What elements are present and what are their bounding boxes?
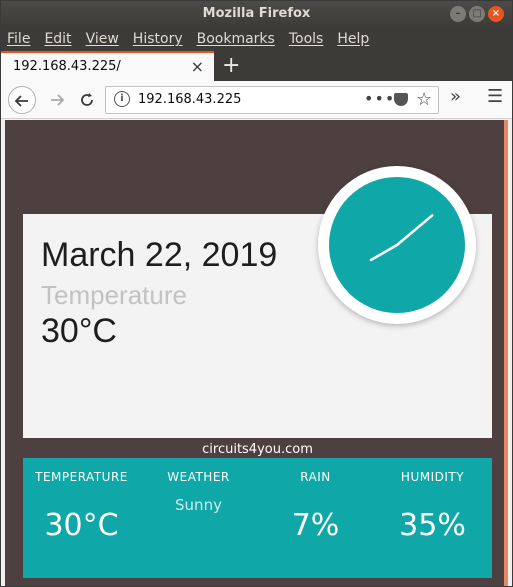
title-bar: Mozilla Firefox – □ × [1, 1, 512, 27]
stat-label: HUMIDITY [400, 470, 465, 484]
tab-bar: 192.168.43.225/ × + [1, 51, 512, 81]
address-bar[interactable]: i 192.168.43.225 ••• ☆ [105, 86, 439, 114]
tab-active[interactable]: 192.168.43.225/ × [1, 51, 214, 81]
new-tab-button[interactable]: + [222, 53, 240, 78]
overflow-menu-icon[interactable]: » [450, 86, 461, 107]
url-text[interactable]: 192.168.43.225 [138, 92, 241, 107]
clock-face [329, 177, 465, 313]
temperature-value: 30°C [41, 312, 117, 350]
info-icon[interactable]: i [114, 91, 130, 107]
hour-hand [395, 214, 434, 247]
stat-label: RAIN [300, 470, 331, 484]
window-title: Mozilla Firefox [202, 6, 311, 21]
reload-button[interactable] [73, 86, 101, 114]
reload-icon [81, 93, 93, 106]
site-name: circuits4you.com [202, 442, 313, 457]
window-controls: – □ × [450, 6, 504, 22]
back-button[interactable] [8, 86, 36, 114]
menu-view[interactable]: View [86, 31, 119, 47]
page-content: March 22, 2019 Temperature 30°C circuits… [5, 120, 508, 586]
stat-label: TEMPERATURE [35, 470, 128, 484]
date-heading: March 22, 2019 [41, 236, 278, 274]
pocket-icon[interactable] [394, 93, 408, 106]
maximize-button[interactable]: □ [469, 6, 485, 22]
menu-edit[interactable]: Edit [44, 31, 71, 47]
site-footer: circuits4you.com [23, 438, 492, 458]
page-actions-icon[interactable]: ••• [364, 89, 395, 108]
stat-humidity: HUMIDITY 35% [374, 458, 491, 578]
navigation-toolbar: i 192.168.43.225 ••• ☆ » ☰ [1, 81, 512, 119]
stat-value: 30°C [44, 508, 119, 543]
arrow-left-icon [14, 95, 28, 107]
arrow-right-icon [51, 94, 65, 106]
temperature-label: Temperature [41, 280, 187, 310]
stat-label: WEATHER [167, 470, 230, 484]
menu-bar: File Edit View History Bookmarks Tools H… [1, 27, 512, 51]
menu-history[interactable]: History [133, 31, 183, 47]
stat-weather: WEATHER Sunny [140, 458, 257, 578]
minimize-button[interactable]: – [450, 6, 466, 22]
menu-tools[interactable]: Tools [289, 31, 324, 47]
browser-window: Mozilla Firefox – □ × File Edit View His… [0, 0, 513, 587]
stats-panel: TEMPERATURE 30°C WEATHER Sunny RAIN 7% H… [23, 458, 492, 578]
forward-button[interactable] [43, 86, 71, 114]
menu-bookmarks[interactable]: Bookmarks [197, 31, 275, 47]
close-window-button[interactable]: × [488, 6, 504, 22]
stat-rain: RAIN 7% [257, 458, 374, 578]
stat-temperature: TEMPERATURE 30°C [23, 458, 140, 578]
tab-close-icon[interactable]: × [191, 57, 204, 76]
stat-value: 35% [399, 508, 466, 543]
hamburger-menu-icon[interactable]: ☰ [487, 86, 503, 107]
minute-hand [369, 243, 399, 262]
menu-help[interactable]: Help [337, 31, 369, 47]
scrollbar-edge [504, 120, 508, 586]
tab-label: 192.168.43.225/ [13, 59, 121, 74]
analog-clock [318, 166, 476, 324]
stat-subtext: Sunny [175, 496, 222, 514]
stat-value: 7% [291, 508, 340, 543]
menu-file[interactable]: File [7, 31, 30, 47]
bookmark-star-icon[interactable]: ☆ [416, 89, 432, 110]
clock-hands-icon [369, 214, 434, 262]
